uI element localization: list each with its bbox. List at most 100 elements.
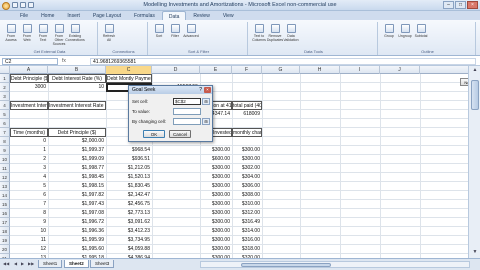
ribbon-button-from-web[interactable]: From Web [20, 24, 34, 46]
cell-c[interactable]: $968.54 [106, 146, 152, 155]
row-header-5[interactable]: 5 [0, 110, 10, 119]
cell-invested[interactable]: $600.00 [200, 155, 232, 164]
cell-invested[interactable]: $300.00 [200, 164, 232, 173]
cell-time[interactable]: 10 [10, 227, 48, 236]
ribbon-button-from-access[interactable]: From Access [4, 24, 18, 46]
column-header-e[interactable]: E [200, 66, 232, 74]
cell-monthly[interactable] [232, 137, 262, 146]
minimize-button[interactable]: – [443, 1, 454, 9]
sheet-tab-sheet1[interactable]: Sheet1 [38, 260, 63, 268]
row-header-7[interactable]: 7 [0, 128, 10, 137]
cell-monthly[interactable]: $316.00 [232, 236, 262, 245]
cell-invested[interactable]: $300.00 [200, 218, 232, 227]
cell-time[interactable]: 8 [10, 209, 48, 218]
cell-header[interactable]: Debt Interest Rate (%) [48, 74, 106, 83]
changing-cell-ref-icon[interactable]: ⊞ [202, 118, 210, 125]
cell-monthly[interactable]: $310.00 [232, 200, 262, 209]
column-header-i[interactable]: I [340, 66, 380, 74]
cell-time[interactable]: 5 [10, 182, 48, 191]
row-header-12[interactable]: 12 [0, 173, 10, 182]
row-header-20[interactable]: 20 [0, 245, 10, 254]
cell-time[interactable]: 9 [10, 218, 48, 227]
tab-page-layout[interactable]: Page Layout [87, 11, 127, 20]
cell-invested[interactable]: $300.00 [200, 236, 232, 245]
cell-principle[interactable]: $1,998.77 [48, 164, 106, 173]
column-header-f[interactable]: F [232, 66, 262, 74]
cell-c[interactable]: $2,142.47 [106, 191, 152, 200]
cell-principle[interactable]: $1,997.43 [48, 200, 106, 209]
row-header-13[interactable]: 13 [0, 182, 10, 191]
tab-view[interactable]: View [217, 11, 240, 20]
cancel-button[interactable]: Cancel [169, 130, 191, 138]
hscroll-thumb[interactable] [241, 263, 331, 267]
cell-header[interactable]: Investment Interest Rate (%) [48, 101, 106, 110]
cell-time[interactable]: 11 [10, 236, 48, 245]
ribbon-button-group[interactable]: Group [382, 24, 396, 38]
dialog-close-button[interactable]: × [204, 87, 211, 93]
ribbon-button-from-other-sources[interactable]: From Other Sources [52, 24, 66, 46]
cell-header[interactable]: monthly charge [232, 128, 262, 137]
row-header-4[interactable]: 4 [0, 101, 10, 110]
tab-insert[interactable]: Insert [61, 11, 86, 20]
cell-monthly[interactable]: $302.00 [232, 164, 262, 173]
cell-invested[interactable]: $300.00 [200, 245, 232, 254]
ribbon-button-ungroup[interactable]: Ungroup [398, 24, 412, 38]
cell-principle[interactable]: $1,996.72 [48, 218, 106, 227]
cell-invested[interactable]: $300.00 [200, 173, 232, 182]
ok-button[interactable]: OK [143, 130, 165, 138]
cell-invested[interactable]: $300.00 [200, 182, 232, 191]
row-header-9[interactable]: 9 [0, 146, 10, 155]
ribbon-button-data-validation[interactable]: Data Validation [283, 24, 299, 42]
vertical-scrollbar[interactable]: ▲ ▼ [468, 66, 480, 258]
row-header-10[interactable]: 10 [0, 155, 10, 164]
cell-c[interactable]: $3,734.95 [106, 236, 152, 245]
cell-monthly[interactable]: $314.00 [232, 227, 262, 236]
help-icon[interactable]: ? [199, 86, 202, 94]
prev-sheet-icon[interactable]: ◀ [14, 261, 17, 266]
sheet-tab-sheet3[interactable]: Sheet3 [90, 260, 115, 268]
cell-monthly[interactable]: $306.00 [232, 182, 262, 191]
column-header-d[interactable]: D [152, 66, 200, 74]
cell-monthly[interactable]: $300.00 [232, 146, 262, 155]
first-sheet-icon[interactable]: ◀◀ [3, 261, 9, 266]
cell-monthly[interactable]: $304.00 [232, 173, 262, 182]
cell-principle[interactable]: $1,995.99 [48, 236, 106, 245]
cell-c[interactable]: $4,059.88 [106, 245, 152, 254]
name-box[interactable]: C2 [2, 58, 58, 65]
cell-c[interactable]: $3,412.23 [106, 227, 152, 236]
cell-b2[interactable]: 10 [48, 83, 106, 92]
cell-principle[interactable]: $1,997.82 [48, 191, 106, 200]
cell-time[interactable]: 0 [10, 137, 48, 146]
row-header-6[interactable]: 6 [0, 119, 10, 128]
cell-invested[interactable]: $300.00 [200, 191, 232, 200]
row-header-19[interactable]: 19 [0, 236, 10, 245]
cell-time[interactable]: 2 [10, 155, 48, 164]
cell-time[interactable]: 7 [10, 200, 48, 209]
row-header-3[interactable]: 3 [0, 92, 10, 101]
column-header-g[interactable]: G [262, 66, 300, 74]
to-value-input[interactable] [173, 108, 201, 115]
tab-data[interactable]: Data [161, 11, 187, 20]
horizontal-scrollbar[interactable] [200, 261, 470, 268]
scroll-down-icon[interactable]: ▼ [470, 249, 480, 257]
column-header-c[interactable]: C [106, 66, 152, 74]
ribbon-button-text-to-columns[interactable]: Text to Columns [252, 24, 266, 42]
row-header-1[interactable]: 1 [0, 74, 10, 83]
cell-time[interactable]: 6 [10, 191, 48, 200]
ribbon-button-from-text[interactable]: From Text [36, 24, 50, 46]
select-all-corner[interactable] [0, 66, 10, 74]
set-cell-ref-icon[interactable]: ⊞ [202, 98, 210, 105]
cell-invested[interactable]: $300.00 [200, 200, 232, 209]
cell-principle[interactable]: $1,996.36 [48, 227, 106, 236]
tab-formulas[interactable]: Formulas [128, 11, 161, 20]
tab-home[interactable]: Home [35, 11, 60, 20]
cell-header[interactable]: Time (months) [10, 128, 48, 137]
ribbon-button-advanced[interactable]: Advanced [183, 24, 199, 38]
fx-icon[interactable]: fx [62, 58, 88, 65]
cell-principle[interactable]: $1,999.37 [48, 146, 106, 155]
close-button[interactable]: × [467, 1, 478, 9]
changing-cell-input[interactable] [173, 118, 201, 125]
cell-header[interactable]: total paid (40 yrs) [232, 101, 262, 110]
cell-c[interactable]: $1,830.45 [106, 182, 152, 191]
ribbon-button-subtotal[interactable]: Subtotal [414, 24, 428, 38]
